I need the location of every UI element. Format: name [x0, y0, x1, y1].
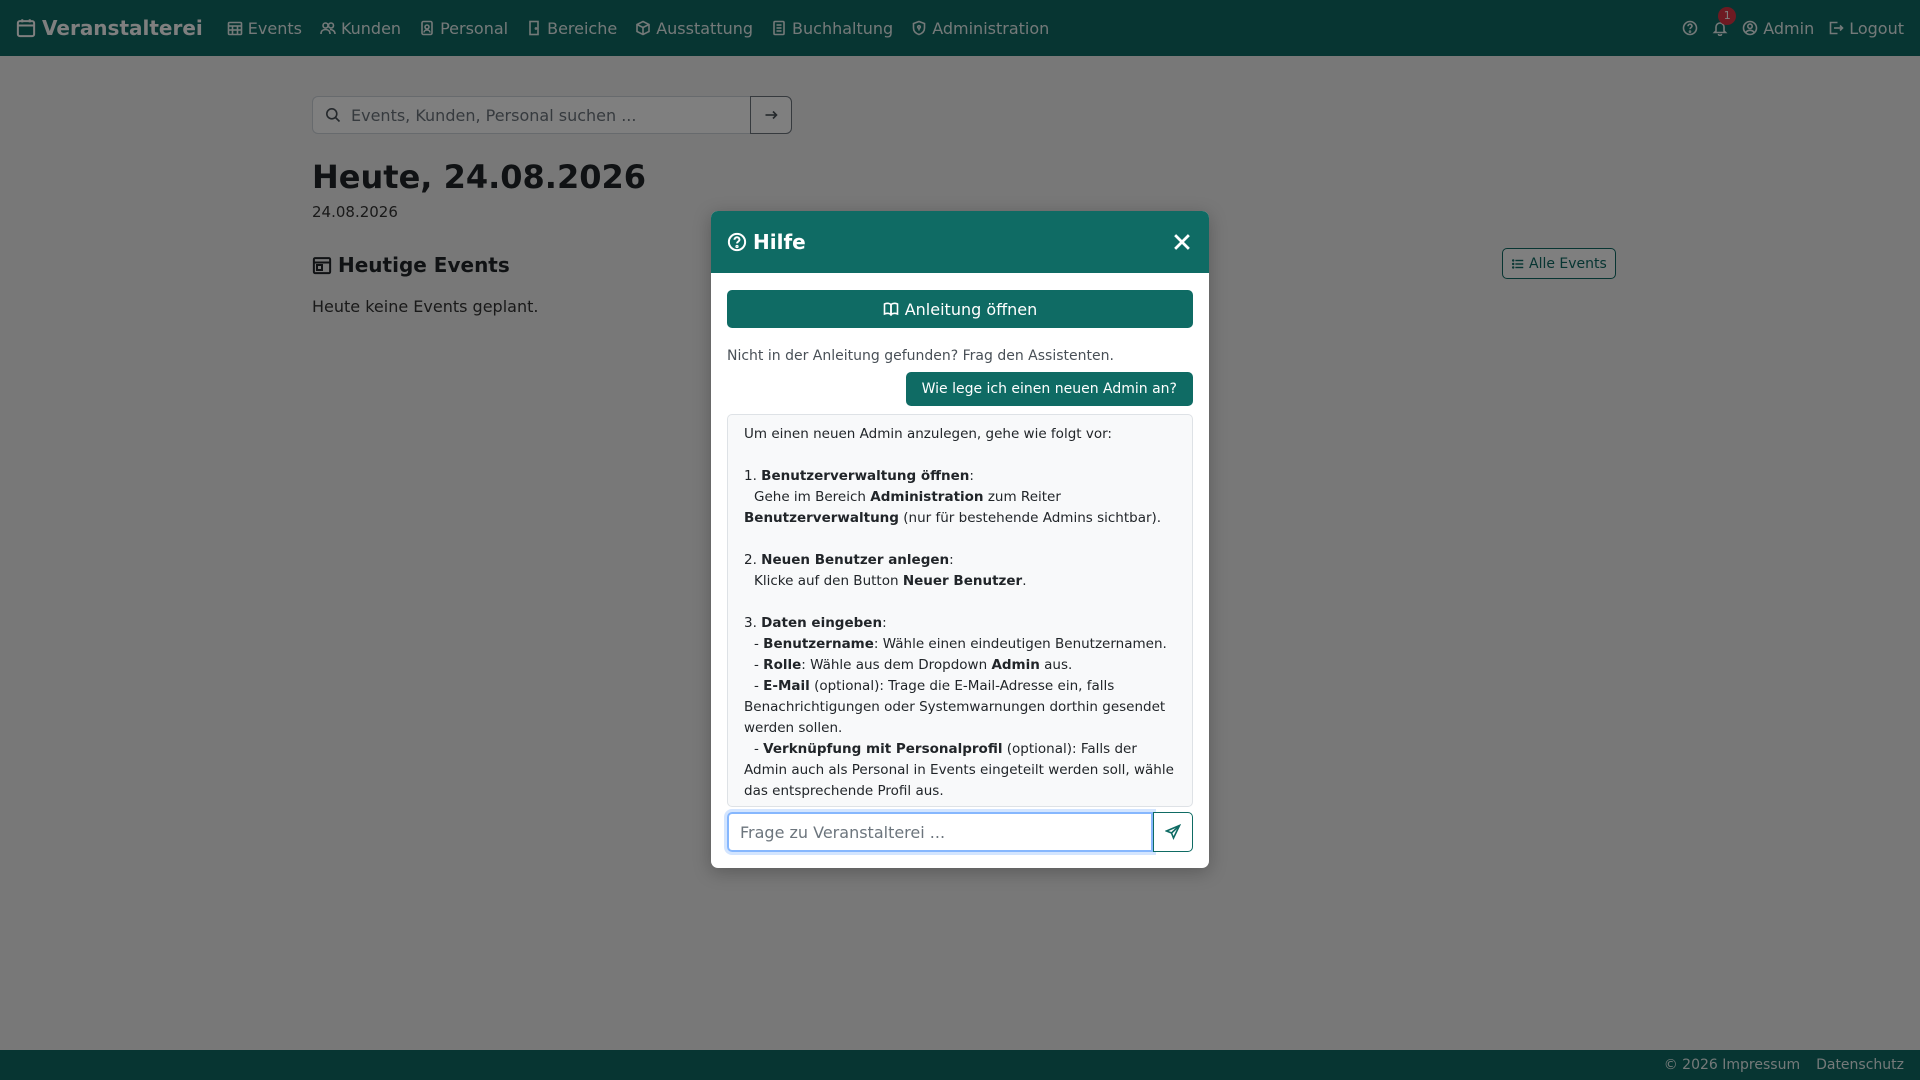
step-2-text-a: Klicke auf den Button	[754, 573, 903, 589]
step-1-bold-b: Benutzerverwaltung	[744, 510, 899, 526]
step-2-title: Neuen Benutzer anlegen	[761, 552, 950, 568]
step-1-text-b: zum Reiter	[983, 489, 1061, 505]
step-2-text-b: .	[1022, 573, 1027, 589]
assistant-answer[interactable]: Um einen neuen Admin anzulegen, gehe wie…	[727, 414, 1193, 807]
step-1-number: 1.	[744, 468, 762, 484]
answer-spacer	[744, 529, 1176, 550]
modal-title: Hilfe	[727, 230, 806, 254]
step-1-title: Benutzerverwaltung öffnen	[761, 468, 970, 484]
answer-bullet-profile: - Verknüpfung mit Personalprofil (option…	[744, 741, 1174, 799]
question-circle-icon	[727, 232, 747, 252]
modal-body: Anleitung öffnen Nicht in der Anleitung …	[711, 273, 1209, 807]
answer-bullet-username: - Benutzername: Wähle einen eindeutigen …	[754, 636, 1167, 652]
step-1-text-a: Gehe im Bereich	[754, 489, 871, 505]
close-icon	[1174, 234, 1190, 250]
ask-input[interactable]	[740, 822, 1140, 842]
step-2-bold-a: Neuer Benutzer	[902, 573, 1023, 589]
ask-field[interactable]	[727, 812, 1153, 852]
modal-close-button[interactable]	[1171, 231, 1193, 253]
user-message: Wie lege ich einen neuen Admin an?	[905, 372, 1193, 406]
bullet-role-label: Rolle	[763, 657, 802, 673]
bullet-username-text: : Wähle einen eindeutigen Benutzernamen.	[873, 636, 1167, 652]
answer-step-1: 1. Benutzerverwaltung öffnen:	[744, 468, 974, 484]
answer-intro: Um einen neuen Admin anzulegen, gehe wie…	[744, 426, 1112, 442]
book-icon	[883, 302, 899, 317]
answer-step-2-text: Klicke auf den Button Neuer Benutzer.	[744, 571, 1176, 592]
modal-header: Hilfe	[711, 211, 1209, 273]
user-message-row: Wie lege ich einen neuen Admin an?	[727, 372, 1193, 406]
open-guide-button[interactable]: Anleitung öffnen	[727, 290, 1193, 328]
answer-spacer	[744, 592, 1176, 613]
step-2-number: 2.	[744, 552, 762, 568]
answer-spacer	[744, 445, 1176, 466]
step-3-number: 3.	[744, 615, 762, 631]
step-1-text-c: (nur für bestehende Admins sichtbar).	[898, 510, 1162, 526]
answer-bullet-role: - Rolle: Wähle aus dem Dropdown Admin au…	[754, 657, 1073, 673]
open-guide-label: Anleitung öffnen	[904, 299, 1038, 319]
bullet-role-bold: Admin	[991, 657, 1040, 673]
answer-bullet-email: - E-Mail (optional): Trage die E-Mail-Ad…	[744, 678, 1166, 736]
bullet-role-end: aus.	[1039, 657, 1073, 673]
answer-step-3: 3. Daten eingeben:	[744, 615, 887, 631]
bullet-profile-label: Verknüpfung mit Personalprofil	[763, 741, 1003, 757]
bullet-role-text: : Wähle aus dem Dropdown	[801, 657, 992, 673]
answer-step-2: 2. Neuen Benutzer anlegen:	[744, 552, 954, 568]
ask-form	[727, 812, 1193, 852]
help-modal: Hilfe Anleitung öffnen Nicht in der Anle…	[711, 211, 1209, 868]
answer-step-1-text: Gehe im Bereich Administration zum Reite…	[744, 487, 1176, 529]
modal-title-label: Hilfe	[753, 230, 806, 254]
bullet-username-label: Benutzername	[763, 636, 874, 652]
assistant-hint: Nicht in der Anleitung gefunden? Frag de…	[727, 348, 1114, 364]
step-3-title: Daten eingeben	[761, 615, 883, 631]
send-button[interactable]	[1153, 812, 1193, 852]
send-icon	[1165, 824, 1181, 840]
step-1-bold-a: Administration	[870, 489, 984, 505]
bullet-email-label: E-Mail	[763, 678, 810, 694]
